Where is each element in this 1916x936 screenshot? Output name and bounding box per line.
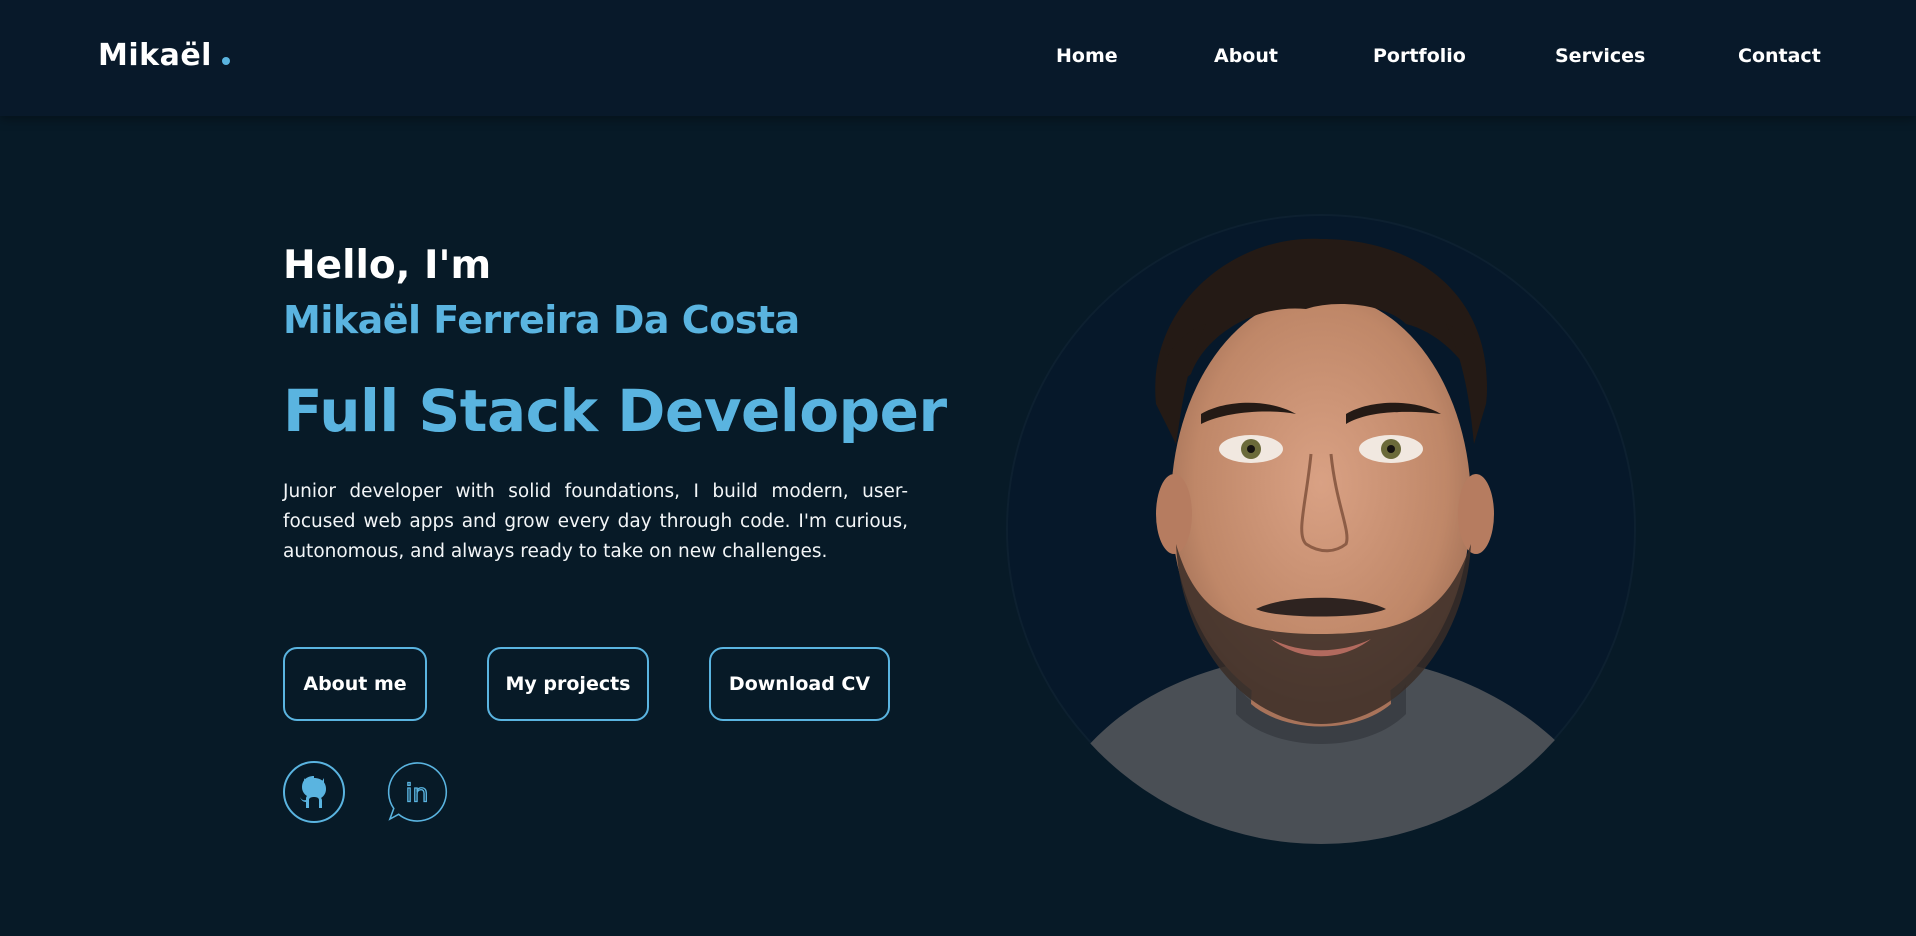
- linkedin-icon: in: [387, 762, 448, 822]
- hero-greeting: Hello, I'm: [283, 243, 492, 288]
- download-cv-button[interactable]: Download CV: [709, 647, 890, 721]
- hero-description: Junior developer with solid foundations,…: [283, 481, 908, 562]
- about-me-button[interactable]: About me: [283, 647, 427, 721]
- github-icon: [300, 776, 326, 808]
- hero-name: Mikaël Ferreira Da Costa: [283, 298, 800, 342]
- main-nav: Home About Portfolio Services Contact: [0, 45, 1916, 71]
- hero-intro: Hello, I'm Mikaël Ferreira Da Costa Full…: [283, 240, 947, 567]
- nav-link-portfolio[interactable]: Portfolio: [1373, 45, 1466, 67]
- social-links: in: [283, 761, 483, 823]
- nav-link-services[interactable]: Services: [1555, 45, 1645, 67]
- hero-actions: About me My projects Download CV: [283, 647, 923, 721]
- hero-role: Full Stack Developer: [283, 377, 947, 445]
- svg-text:in: in: [406, 779, 429, 808]
- profile-photo: [1006, 214, 1636, 844]
- nav-link-home[interactable]: Home: [1056, 45, 1118, 67]
- github-link[interactable]: [283, 761, 345, 823]
- portrait-illustration: [1006, 214, 1636, 844]
- nav-link-contact[interactable]: Contact: [1738, 45, 1821, 67]
- nav-link-about[interactable]: About: [1214, 45, 1278, 67]
- navbar: Mikaël Home About Portfolio Services Con…: [0, 0, 1916, 116]
- linkedin-link[interactable]: in: [386, 761, 448, 823]
- my-projects-button[interactable]: My projects: [487, 647, 649, 721]
